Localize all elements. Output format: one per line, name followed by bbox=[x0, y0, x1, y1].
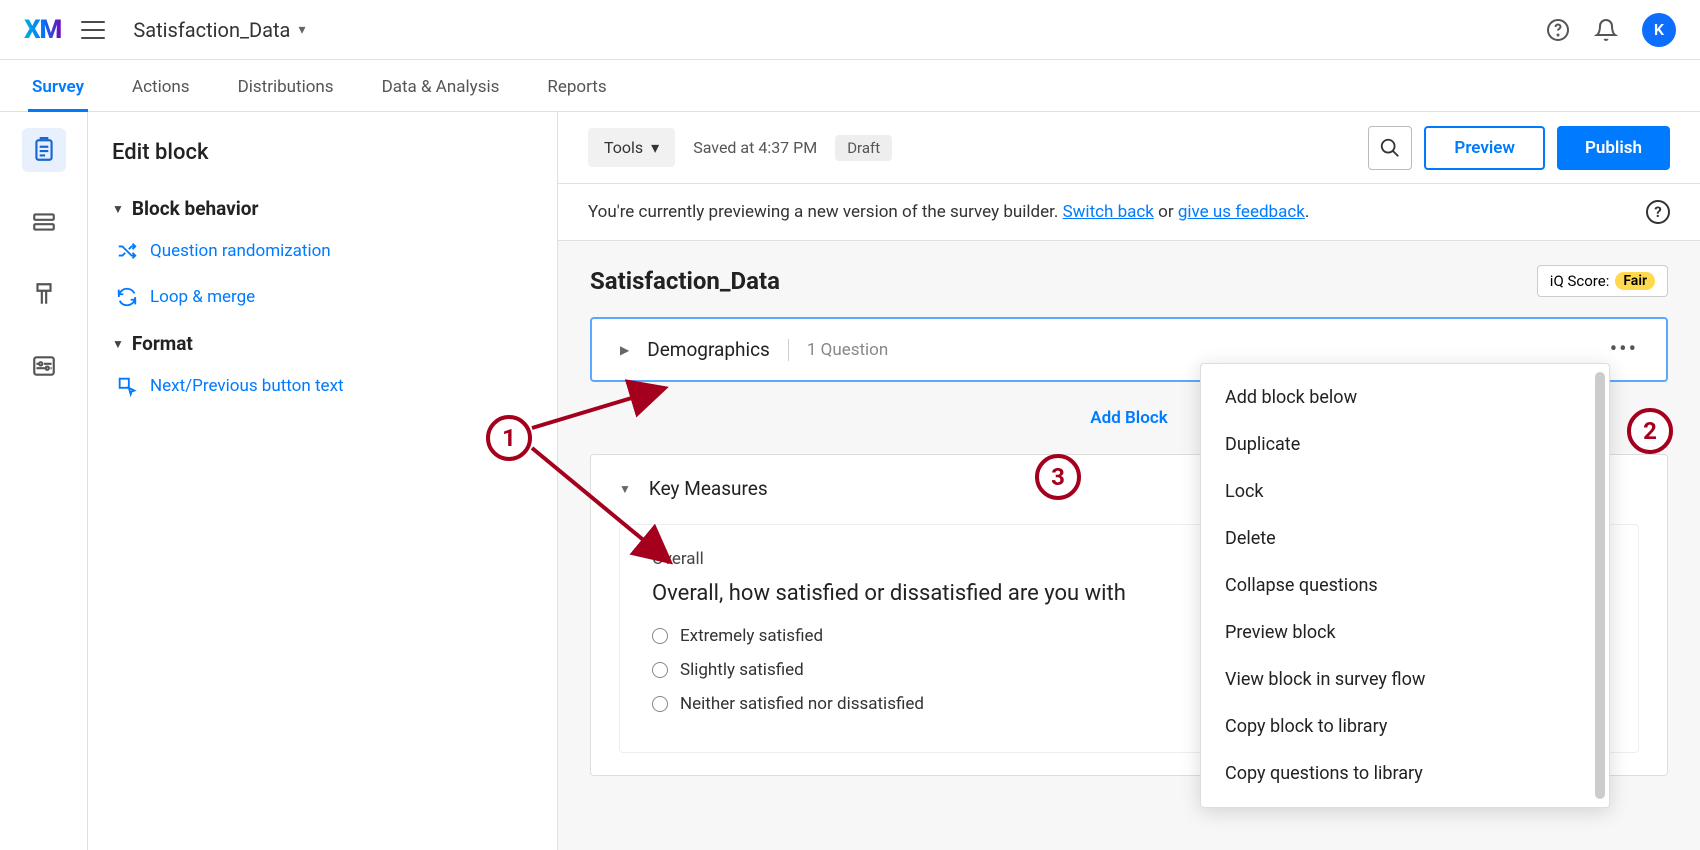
tools-label: Tools bbox=[604, 138, 643, 157]
section-format[interactable]: ▼ Format bbox=[112, 332, 533, 355]
edit-block-panel: Edit block ▼ Block behavior Question ran… bbox=[88, 112, 558, 850]
add-block-link[interactable]: Add Block bbox=[1090, 408, 1167, 428]
project-name-dropdown[interactable]: Satisfaction_Data ▾ bbox=[133, 18, 305, 42]
look-feel-icon[interactable] bbox=[22, 272, 66, 316]
help-icon[interactable] bbox=[1546, 18, 1570, 42]
notice-help-icon[interactable]: ? bbox=[1646, 200, 1670, 224]
option-next-prev-text[interactable]: Next/Previous button text bbox=[112, 375, 533, 397]
collapse-icon[interactable]: ▼ bbox=[619, 482, 631, 496]
tab-distributions[interactable]: Distributions bbox=[234, 77, 338, 111]
menu-icon[interactable] bbox=[81, 21, 105, 39]
tab-data-analysis[interactable]: Data & Analysis bbox=[378, 77, 504, 111]
iq-score-value: Fair bbox=[1615, 272, 1655, 290]
option-label: Next/Previous button text bbox=[150, 376, 344, 396]
ctx-preview-block[interactable]: Preview block bbox=[1201, 609, 1609, 656]
survey-title: Satisfaction_Data bbox=[590, 267, 780, 295]
option-label: Loop & merge bbox=[150, 287, 255, 307]
feedback-link[interactable]: give us feedback bbox=[1178, 202, 1305, 222]
draft-badge: Draft bbox=[835, 135, 892, 161]
saved-status: Saved at 4:37 PM bbox=[693, 138, 817, 157]
expand-icon[interactable]: ▶ bbox=[620, 343, 629, 357]
canvas-toolbar: Tools ▾ Saved at 4:37 PM Draft Preview P… bbox=[558, 112, 1700, 184]
option-loop-merge[interactable]: Loop & merge bbox=[112, 286, 533, 308]
block-name: Key Measures bbox=[649, 477, 768, 500]
tab-survey[interactable]: Survey bbox=[28, 77, 88, 111]
block-question-count: 1 Question bbox=[807, 340, 888, 360]
ctx-copy-block-library[interactable]: Copy block to library bbox=[1201, 703, 1609, 750]
notice-suffix: . bbox=[1305, 202, 1309, 222]
radio-icon bbox=[652, 628, 668, 644]
tab-actions[interactable]: Actions bbox=[128, 77, 194, 111]
option-text: Neither satisfied nor dissatisfied bbox=[680, 694, 924, 714]
preview-notice: You're currently previewing a new versio… bbox=[558, 184, 1700, 241]
logo: XM bbox=[24, 15, 61, 45]
notice-text: You're currently previewing a new versio… bbox=[588, 202, 1309, 222]
notifications-icon[interactable] bbox=[1594, 18, 1618, 42]
loop-icon bbox=[116, 286, 138, 308]
block-context-menu: Add block below Duplicate Lock Delete Co… bbox=[1200, 363, 1610, 808]
ctx-collapse-questions[interactable]: Collapse questions bbox=[1201, 562, 1609, 609]
option-text: Extremely satisfied bbox=[680, 626, 823, 646]
toolbar-right: Preview Publish bbox=[1368, 126, 1670, 170]
ctx-delete[interactable]: Delete bbox=[1201, 515, 1609, 562]
left-icon-rail bbox=[0, 112, 88, 850]
preview-button[interactable]: Preview bbox=[1424, 126, 1545, 170]
iq-score-badge[interactable]: iQ Score: Fair bbox=[1537, 265, 1668, 297]
option-text: Slightly satisfied bbox=[680, 660, 804, 680]
section-block-behavior[interactable]: ▼ Block behavior bbox=[112, 197, 533, 220]
search-icon bbox=[1379, 137, 1401, 159]
cursor-icon bbox=[116, 375, 138, 397]
block-name: Demographics bbox=[647, 338, 770, 361]
annotation-1: 1 bbox=[486, 415, 532, 461]
project-name-text: Satisfaction_Data bbox=[133, 18, 290, 42]
chevron-down-icon: ▾ bbox=[298, 22, 305, 38]
chevron-down-icon: ▾ bbox=[651, 138, 659, 157]
ctx-duplicate[interactable]: Duplicate bbox=[1201, 421, 1609, 468]
flow-icon[interactable] bbox=[22, 200, 66, 244]
ctx-view-in-flow[interactable]: View block in survey flow bbox=[1201, 656, 1609, 703]
main-tabs: Survey Actions Distributions Data & Anal… bbox=[0, 60, 1700, 112]
ctx-lock[interactable]: Lock bbox=[1201, 468, 1609, 515]
header-right: K bbox=[1546, 13, 1676, 47]
shuffle-icon bbox=[116, 240, 138, 262]
survey-options-icon[interactable] bbox=[22, 344, 66, 388]
tab-reports[interactable]: Reports bbox=[543, 77, 610, 111]
iq-score-label: iQ Score: bbox=[1550, 272, 1610, 290]
section-label: Block behavior bbox=[132, 197, 259, 220]
tools-dropdown[interactable]: Tools ▾ bbox=[588, 128, 675, 167]
divider bbox=[788, 339, 789, 361]
edit-panel-title: Edit block bbox=[112, 140, 533, 165]
notice-middle: or bbox=[1154, 202, 1178, 222]
annotation-3: 3 bbox=[1035, 454, 1081, 500]
builder-icon[interactable] bbox=[22, 128, 66, 172]
caret-down-icon: ▼ bbox=[112, 202, 124, 216]
option-question-randomization[interactable]: Question randomization bbox=[112, 240, 533, 262]
radio-icon bbox=[652, 662, 668, 678]
survey-title-row: Satisfaction_Data iQ Score: Fair bbox=[590, 265, 1668, 297]
switch-back-link[interactable]: Switch back bbox=[1063, 202, 1154, 222]
ctx-add-block-below[interactable]: Add block below bbox=[1201, 374, 1609, 421]
caret-down-icon: ▼ bbox=[112, 337, 124, 351]
ctx-copy-questions-library[interactable]: Copy questions to library bbox=[1201, 750, 1609, 797]
radio-icon bbox=[652, 696, 668, 712]
option-label: Question randomization bbox=[150, 241, 331, 261]
notice-prefix: You're currently previewing a new versio… bbox=[588, 202, 1063, 222]
publish-button[interactable]: Publish bbox=[1557, 126, 1670, 170]
section-label: Format bbox=[132, 332, 193, 355]
user-avatar[interactable]: K bbox=[1642, 13, 1676, 47]
scrollbar[interactable] bbox=[1595, 372, 1605, 799]
top-header: XM Satisfaction_Data ▾ K bbox=[0, 0, 1700, 60]
annotation-2: 2 bbox=[1627, 408, 1673, 454]
search-button[interactable] bbox=[1368, 126, 1412, 170]
block-more-icon[interactable]: ••• bbox=[1610, 337, 1638, 362]
